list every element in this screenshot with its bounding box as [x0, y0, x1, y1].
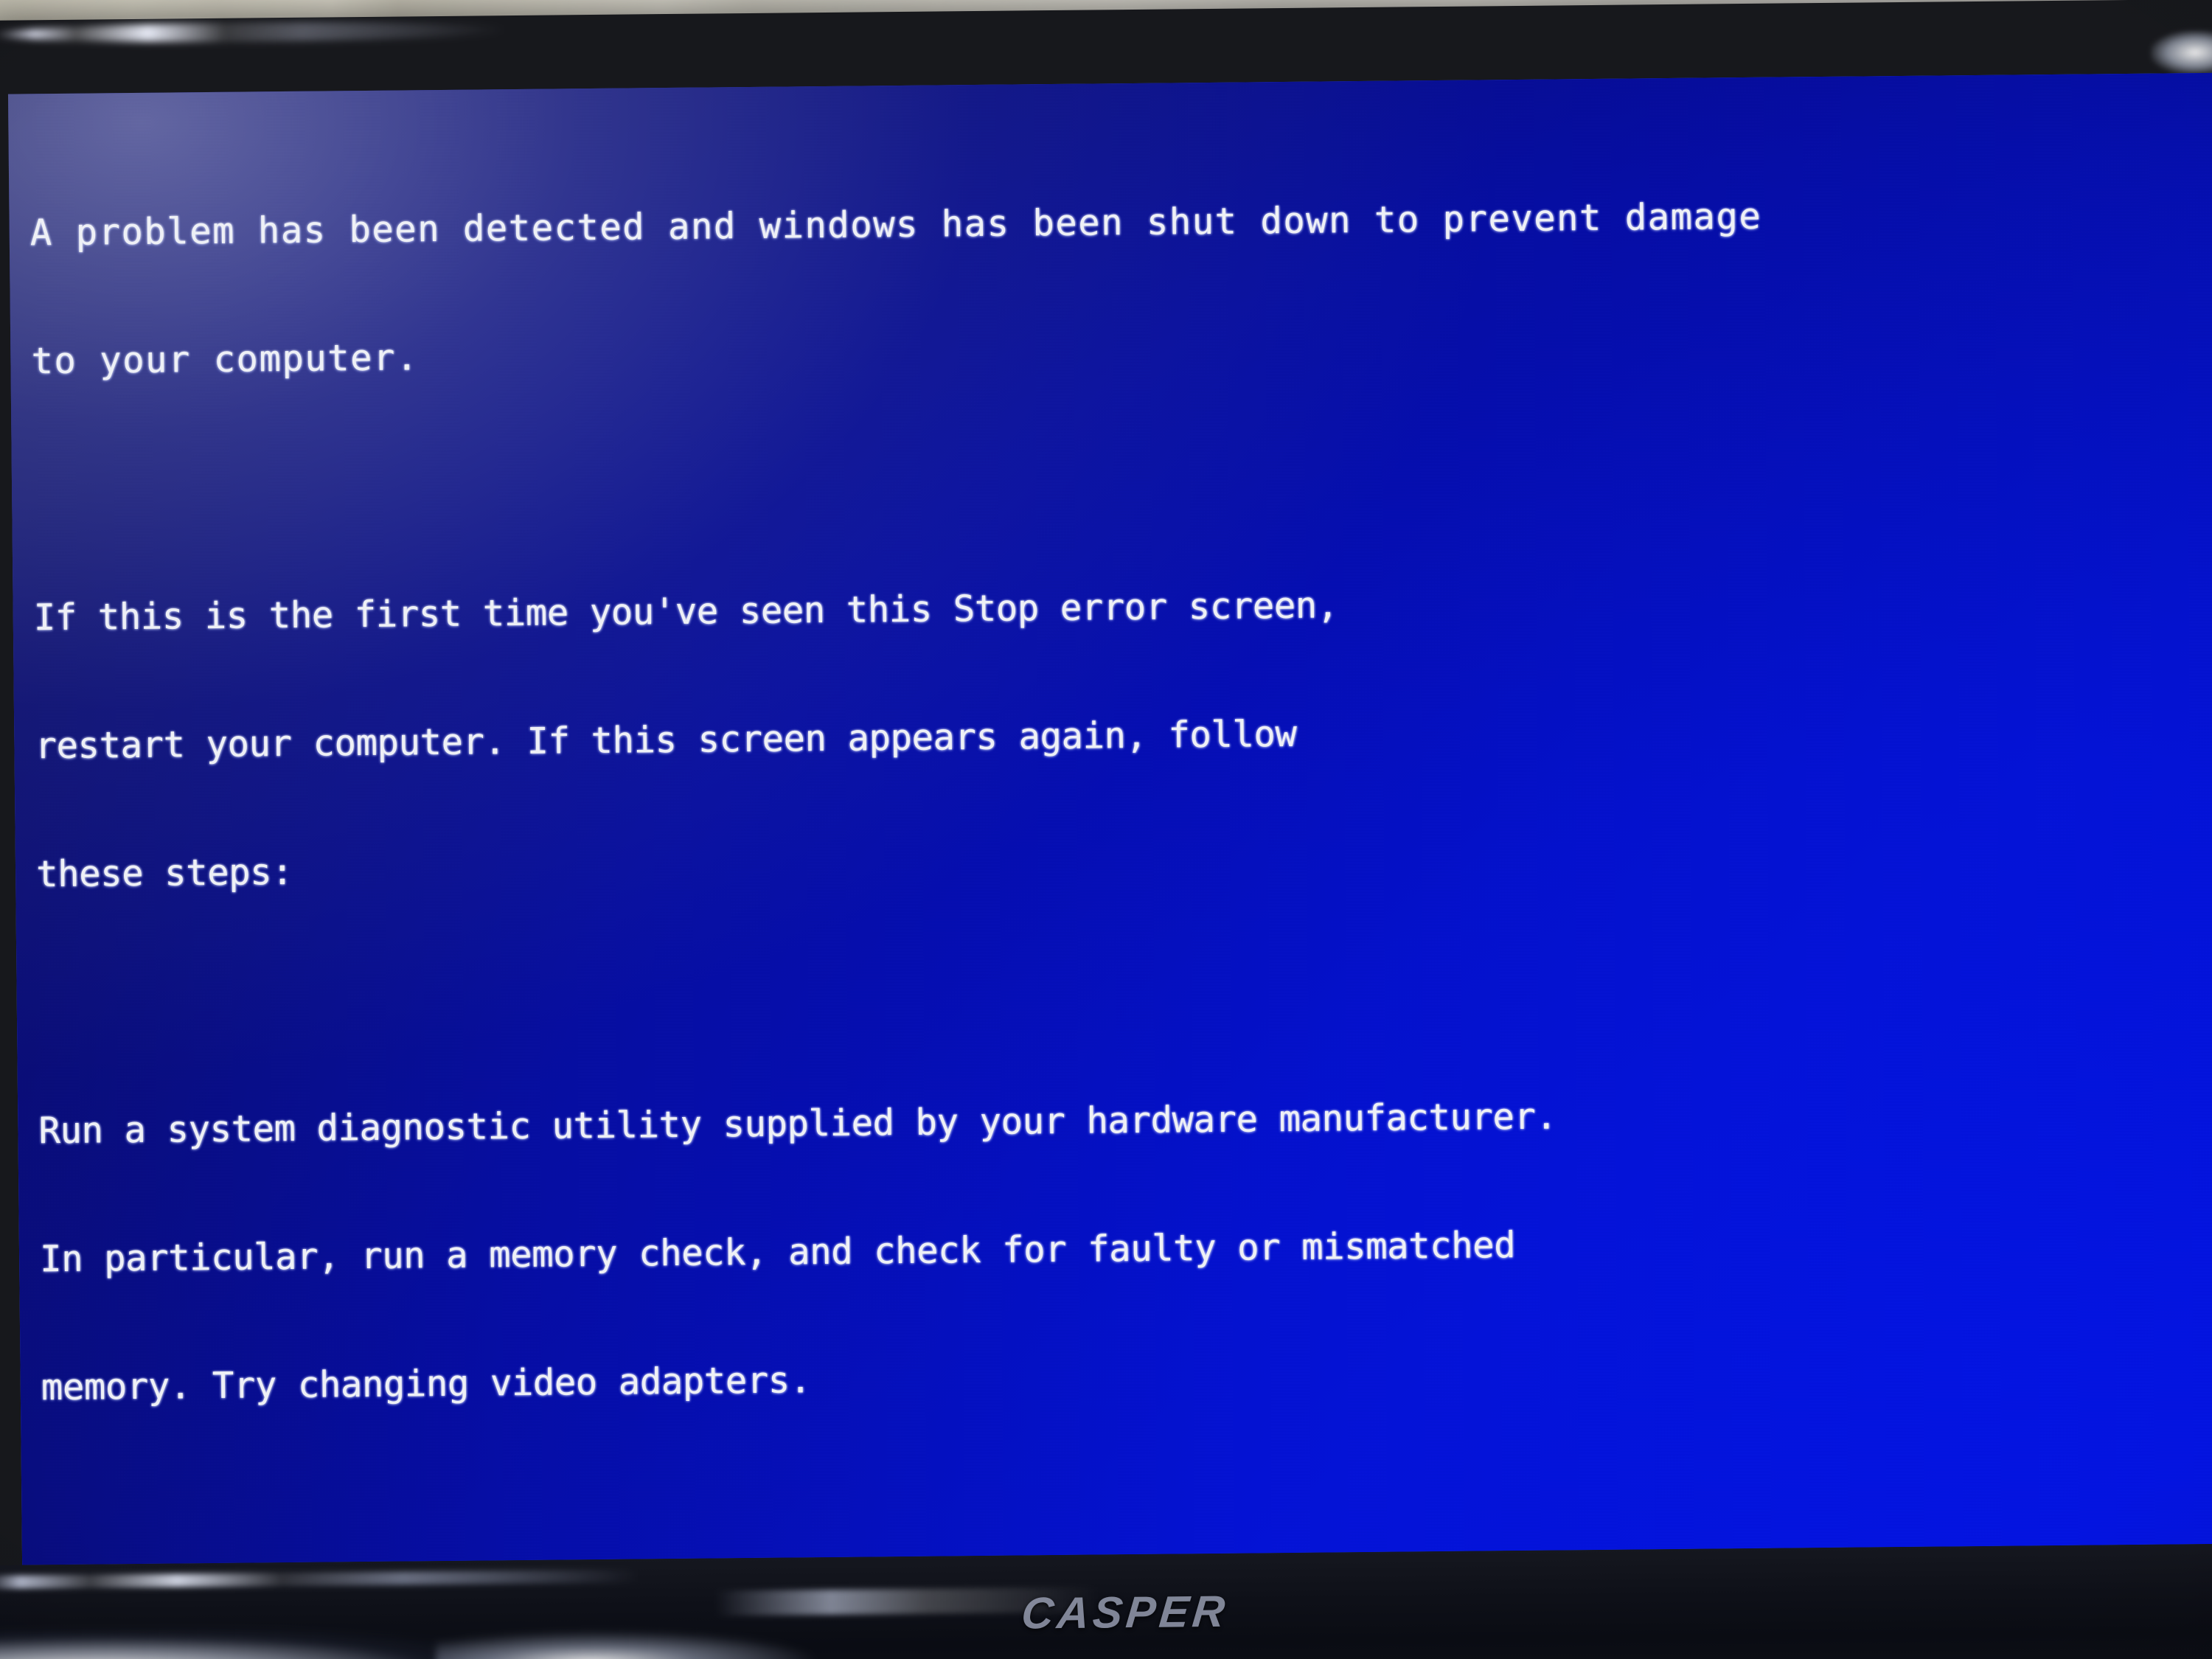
- bsod-blank-line: [38, 961, 2212, 1024]
- bsod-line: Run a system diagnostic utility supplied…: [38, 1095, 1557, 1152]
- bsod-line: If this is the first time you've seen th…: [33, 584, 1339, 639]
- bsod-line: memory. Try changing video adapters.: [41, 1359, 812, 1409]
- bsod-blank-line: [32, 448, 2212, 511]
- bsod-line: In particular, run a memory check, and c…: [39, 1224, 1516, 1281]
- bezel-highlight-top-right: [2150, 29, 2212, 75]
- bsod-blank-line: [42, 1474, 2212, 1537]
- bsod-line: A problem has been detected and windows …: [29, 195, 1762, 254]
- bezel-highlight-strip: [0, 1567, 856, 1589]
- monitor-body: A problem has been detected and windows …: [0, 0, 2212, 1659]
- bsod-text-block: A problem has been detected and windows …: [29, 105, 2212, 1565]
- bsod-line: to your computer.: [31, 336, 419, 383]
- bsod-line: restart your computer. If this screen ap…: [35, 712, 1297, 768]
- monitor-screen: A problem has been detected and windows …: [7, 72, 2212, 1565]
- bsod-line: these steps:: [35, 850, 293, 896]
- photo-scene: A problem has been detected and windows …: [0, 0, 2212, 1659]
- bezel-highlight-top-left: [0, 20, 509, 44]
- monitor-brand-logo: CASPER: [1019, 1586, 1231, 1638]
